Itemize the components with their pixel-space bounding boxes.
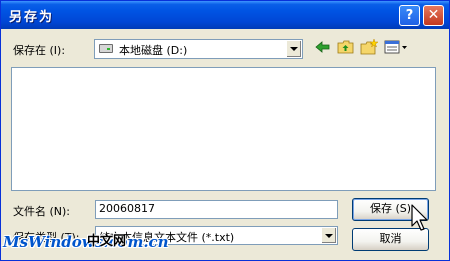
watermark-cn: 中文网 <box>87 234 127 249</box>
location-value: 本地磁盘 (D:) <box>119 44 188 57</box>
title-bar[interactable]: 另存为 ? ✕ <box>1 1 449 29</box>
file-list[interactable] <box>11 67 436 191</box>
up-folder-icon[interactable] <box>337 39 355 55</box>
chevron-down-icon[interactable] <box>321 228 336 243</box>
back-arrow-icon[interactable] <box>314 39 332 55</box>
drive-icon <box>99 44 113 53</box>
help-button[interactable]: ? <box>399 5 420 26</box>
watermark-site: MsWindows.com.cn <box>3 233 169 251</box>
dialog-title: 另存为 <box>9 10 55 25</box>
chevron-down-icon[interactable] <box>286 41 301 57</box>
close-button[interactable]: ✕ <box>423 5 444 26</box>
filename-label: 文件名 (N): <box>13 205 71 218</box>
save-as-dialog: 另存为 ? ✕ 保存在 (I): 本地磁盘 (D:) 文件名 (N): 2006… <box>0 0 450 261</box>
new-folder-icon[interactable] <box>360 39 378 55</box>
save-in-label: 保存在 (I): <box>13 44 66 57</box>
location-dropdown[interactable]: 本地磁盘 (D:) <box>94 39 303 59</box>
view-menu-icon[interactable] <box>384 39 408 55</box>
filename-input[interactable]: 20060817 <box>95 200 338 219</box>
mouse-cursor-icon <box>411 204 428 231</box>
